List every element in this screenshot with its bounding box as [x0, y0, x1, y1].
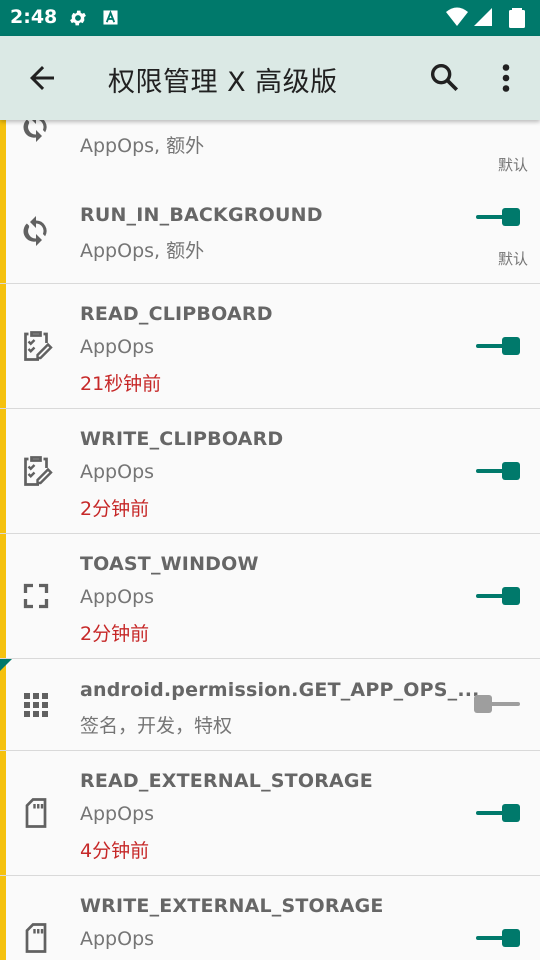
permission-list[interactable]: AppOps, 额外 默认 RUN_IN_BACKGROUND AppOps, …	[0, 120, 540, 960]
permission-sub: AppOps	[80, 803, 155, 825]
cell-signal-icon	[474, 8, 492, 26]
status-stripe	[0, 284, 6, 408]
status-stripe	[0, 659, 6, 750]
default-label: 默认	[497, 156, 528, 174]
permission-row-4[interactable]: TOAST_WINDOW AppOps 2分钟前	[0, 534, 540, 659]
wifi-icon	[446, 7, 468, 26]
accessibility-a-icon	[103, 10, 118, 25]
permission-row-5[interactable]: android.permission.GET_APP_OPS_... 签名，开发…	[0, 659, 540, 751]
permission-toggle[interactable]	[474, 586, 522, 606]
permission-row-6[interactable]: READ_EXTERNAL_STORAGE AppOps 4分钟前	[0, 751, 540, 876]
search-icon[interactable]	[427, 60, 461, 94]
permission-name: READ_CLIPBOARD	[80, 303, 273, 325]
permission-toggle[interactable]	[474, 207, 522, 227]
permission-name: WRITE_EXTERNAL_STORAGE	[80, 895, 384, 917]
permission-name: android.permission.GET_APP_OPS_...	[80, 679, 480, 701]
permission-name: RUN_IN_BACKGROUND	[80, 204, 323, 226]
battery-icon	[509, 8, 525, 28]
permission-toggle[interactable]	[474, 336, 522, 356]
sync-icon	[23, 216, 47, 246]
status-stripe	[0, 179, 6, 283]
permission-toggle[interactable]	[474, 461, 522, 481]
permission-time: 21秒钟前	[80, 373, 162, 395]
arrow-back-icon[interactable]	[24, 60, 60, 96]
sd-card-icon	[25, 923, 47, 953]
permission-toggle[interactable]	[474, 803, 522, 823]
status-stripe	[0, 534, 6, 658]
permission-sub: AppOps, 额外	[80, 240, 205, 262]
permission-sub: 签名，开发，特权	[80, 715, 233, 737]
permission-row-0[interactable]: AppOps, 额外 默认	[0, 120, 540, 180]
permission-row-2[interactable]: READ_CLIPBOARD AppOps 21秒钟前	[0, 284, 540, 409]
permission-name: TOAST_WINDOW	[80, 553, 259, 575]
page-title: 权限管理 X 高级版	[108, 67, 338, 98]
permission-time: 4分钟前	[80, 840, 150, 862]
permission-sub: AppOps, 额外	[80, 135, 205, 157]
permission-sub: AppOps	[80, 928, 155, 950]
status-icons-right	[446, 7, 525, 28]
status-stripe	[0, 409, 6, 533]
corner-flag	[0, 659, 12, 671]
settings-gear-icon	[70, 10, 86, 26]
permission-row-3[interactable]: WRITE_CLIPBOARD AppOps 2分钟前	[0, 409, 540, 534]
sync-icon	[23, 120, 47, 142]
default-label: 默认	[497, 250, 528, 268]
permission-name: WRITE_CLIPBOARD	[80, 428, 284, 450]
permission-sub: AppOps	[80, 461, 155, 483]
clipboard-edit-icon	[24, 456, 53, 486]
permission-row-1[interactable]: RUN_IN_BACKGROUND AppOps, 额外 默认	[0, 179, 540, 284]
apps-grid-icon	[24, 693, 48, 717]
status-stripe	[0, 876, 6, 960]
permission-sub: AppOps	[80, 336, 155, 358]
permission-toggle[interactable]	[474, 928, 522, 948]
permission-sub: AppOps	[80, 586, 155, 608]
permission-row-7[interactable]: WRITE_EXTERNAL_STORAGE AppOps	[0, 876, 540, 960]
clipboard-edit-icon	[24, 331, 53, 361]
permission-time: 2分钟前	[80, 623, 150, 645]
status-time: 2:48	[10, 6, 58, 28]
more-vert-icon[interactable]	[494, 60, 518, 96]
permission-toggle[interactable]	[474, 694, 522, 714]
fullscreen-icon	[23, 583, 49, 609]
app-bar: 权限管理 X 高级版	[0, 36, 540, 120]
permission-name: READ_EXTERNAL_STORAGE	[80, 770, 373, 792]
status-stripe	[0, 120, 6, 179]
status-bar: 2:48	[0, 0, 540, 36]
permission-time: 2分钟前	[80, 498, 150, 520]
status-stripe	[0, 751, 6, 875]
sd-card-icon	[25, 798, 47, 828]
